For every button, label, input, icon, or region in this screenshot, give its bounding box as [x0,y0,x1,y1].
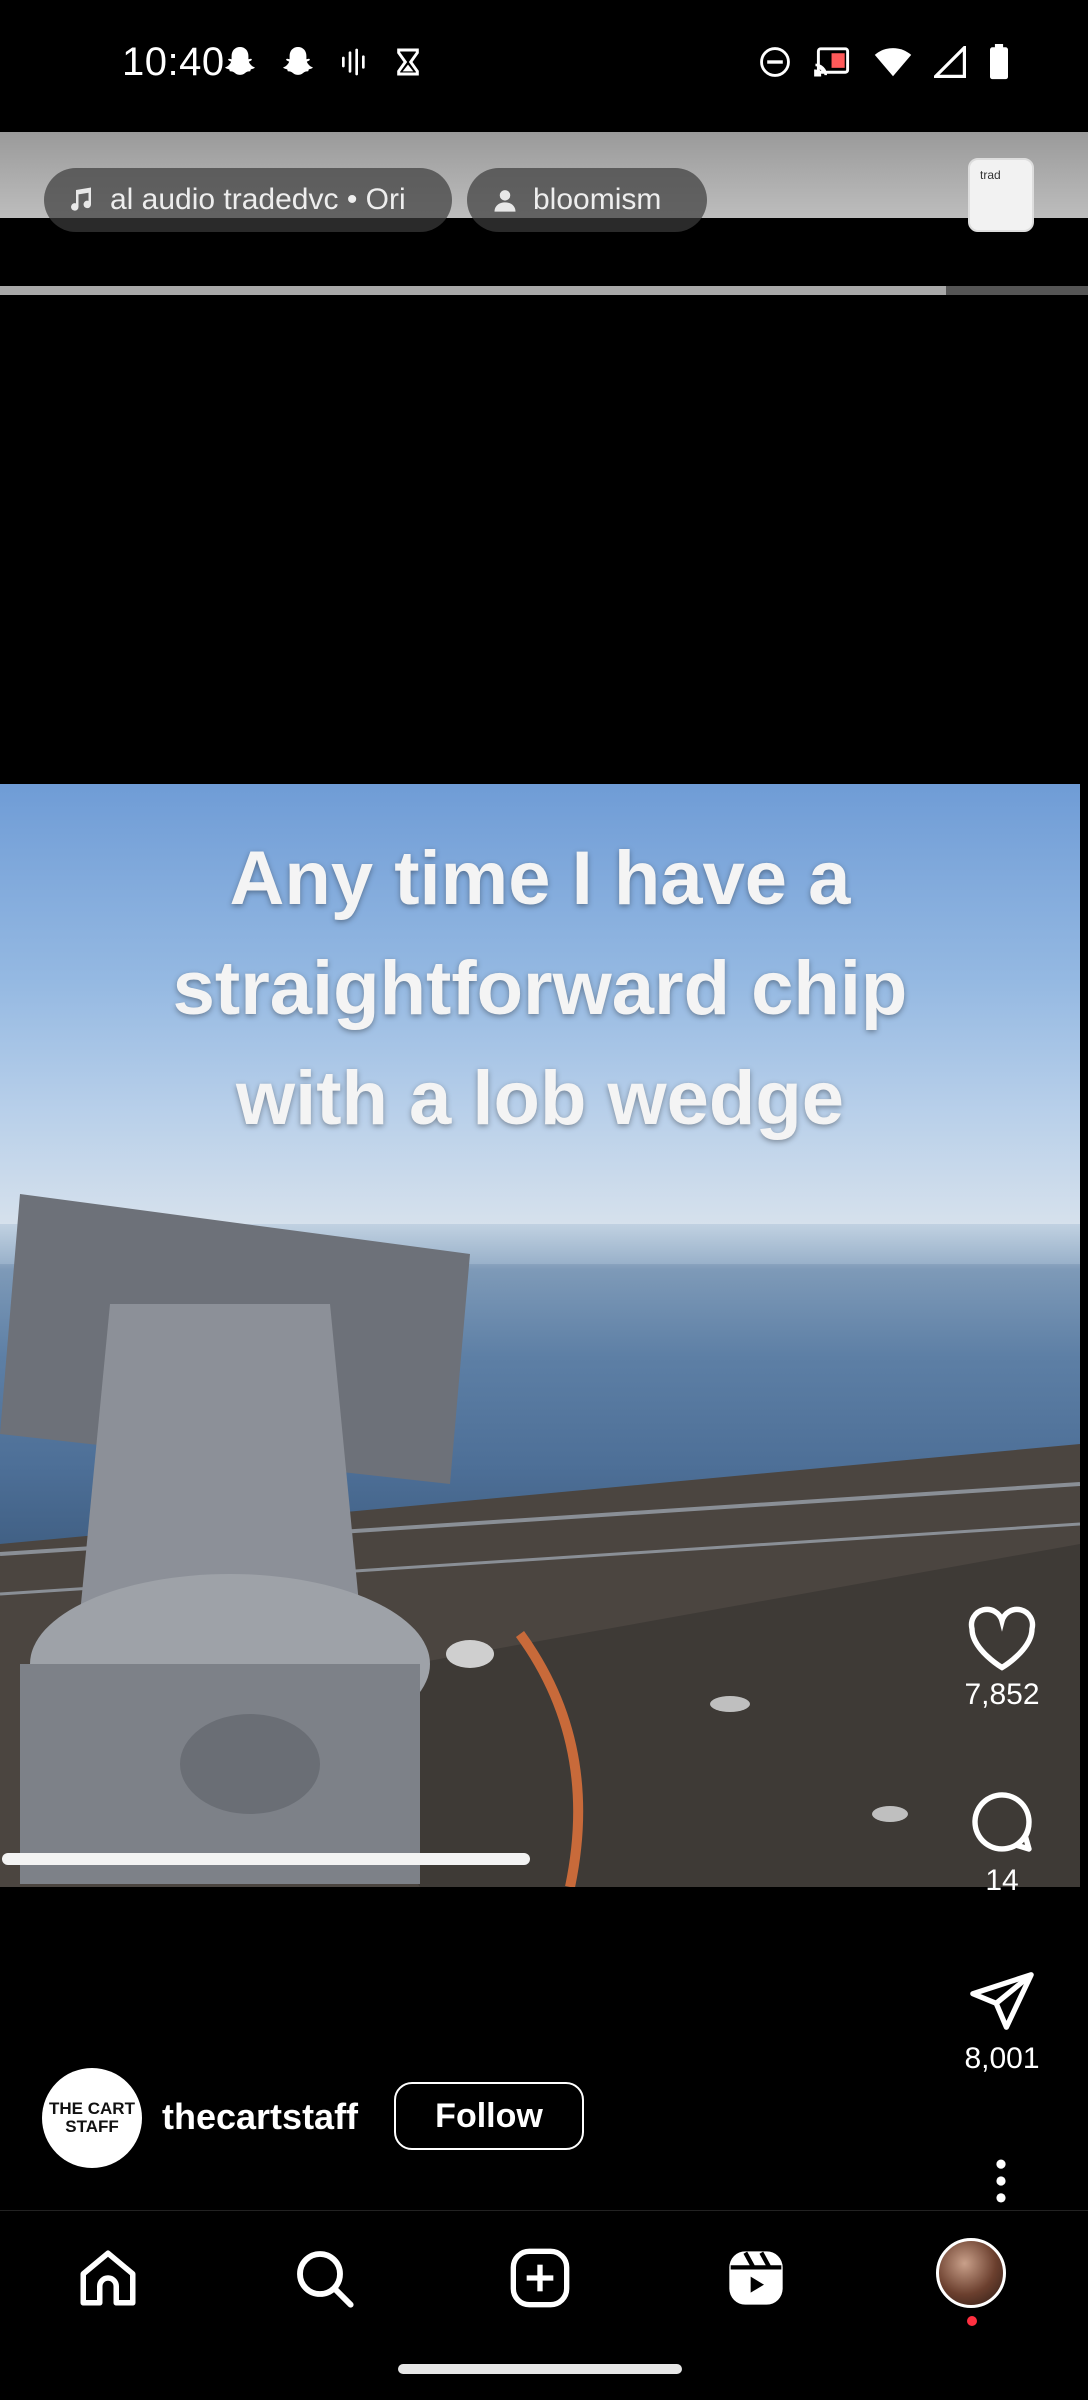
audio-chip[interactable]: al audio tradedvc • Ori [44,168,452,232]
create-icon[interactable] [504,2242,576,2314]
share-action[interactable]: 8,001 [940,1966,1064,2076]
tagged-user-name: bloomism [533,183,662,216]
profile-avatar[interactable] [936,2238,1006,2308]
music-note-icon [66,185,96,215]
comment-action[interactable]: 14 [940,1786,1064,1898]
follow-button[interactable]: Follow [394,2082,584,2150]
camera-button[interactable]: trad [968,158,1034,232]
cast-icon [814,45,852,79]
heart-icon[interactable] [940,1606,1064,1672]
author-avatar[interactable]: THE CART STAFF [42,2068,142,2168]
tagged-user-chip[interactable]: bloomism [467,168,707,232]
snapchat-icon [222,44,258,80]
like-count: 7,852 [964,1678,1040,1711]
home-indicator[interactable] [398,2364,682,2374]
wifi-icon [874,45,912,79]
do-not-disturb-icon [758,45,792,79]
snapchat-icon [280,44,316,80]
previous-reel-progress-fill [0,286,946,295]
reels-icon[interactable] [720,2242,792,2314]
status-system-icons [758,44,1010,80]
video-progress-bar[interactable] [2,1853,530,1865]
caption-line: Any time I have a [229,836,851,921]
audio-chip-text: al audio tradedvc • Ori [110,183,406,216]
reel-video[interactable]: Any time I have a straightforward chip w… [0,784,1080,1887]
cellular-icon [934,46,966,78]
person-icon [491,186,519,214]
author-avatar-text: THE CART STAFF [49,2099,135,2136]
camera-button-label: trad [980,168,1001,182]
comment-icon[interactable] [940,1786,1064,1858]
home-icon[interactable] [72,2242,144,2314]
notification-dot [967,2316,977,2326]
hourglass-icon [392,46,424,78]
video-caption: Any time I have a straightforward chip w… [0,824,1080,1154]
author-username[interactable]: thecartstaff [162,2096,358,2138]
status-notification-icons [222,44,424,80]
voice-activity-icon [338,46,370,78]
status-time: 10:40 [122,40,225,84]
send-icon[interactable] [940,1966,1064,2036]
caption-line: straightforward chip [172,946,908,1031]
caption-line: with a lob wedge [235,1056,845,1141]
comment-count: 14 [985,1864,1019,1897]
share-count: 8,001 [964,2042,1040,2075]
search-icon[interactable] [288,2242,360,2314]
like-action[interactable]: 7,852 [940,1606,1064,1712]
more-options-icon[interactable] [986,2158,1016,2209]
battery-icon [988,44,1010,80]
